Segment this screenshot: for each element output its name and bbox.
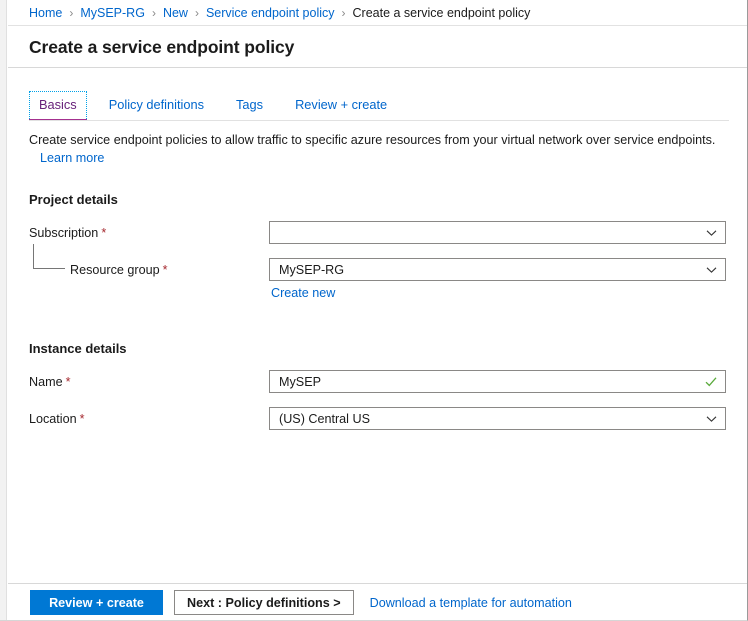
section-heading-instance-details: Instance details — [29, 341, 747, 356]
tab-tags-label: Tags — [236, 97, 263, 112]
breadcrumb-separator-icon: › — [342, 6, 346, 20]
resource-group-sublink-row: Create new — [29, 295, 747, 314]
page-title: Create a service endpoint policy — [29, 37, 294, 58]
name-label-text: Name — [29, 375, 63, 389]
tab-tags[interactable]: Tags — [226, 91, 273, 121]
breadcrumb-item-home[interactable]: Home — [29, 6, 62, 20]
required-asterisk: * — [163, 263, 168, 277]
required-asterisk: * — [80, 412, 85, 426]
field-row-subscription: Subscription * — [29, 221, 747, 244]
intro-text: Create service endpoint policies to allo… — [29, 132, 719, 149]
subscription-dropdown[interactable] — [269, 221, 726, 244]
valid-check-icon — [705, 376, 717, 388]
location-dropdown[interactable]: (US) Central US — [269, 407, 726, 430]
location-label-text: Location — [29, 412, 77, 426]
resource-group-value: MySEP-RG — [279, 263, 344, 277]
title-bar: Create a service endpoint policy — [8, 27, 747, 68]
create-new-resource-group-link[interactable]: Create new — [269, 286, 335, 300]
footer-action-bar: Review + create Next : Policy definition… — [8, 583, 747, 621]
location-label: Location * — [29, 412, 269, 426]
breadcrumb-separator-icon: › — [195, 6, 199, 20]
required-asterisk: * — [101, 226, 106, 240]
chevron-down-icon — [706, 264, 717, 275]
breadcrumb: Home › MySEP-RG › New › Service endpoint… — [8, 0, 747, 26]
next-policy-definitions-button[interactable]: Next : Policy definitions > — [174, 590, 354, 615]
location-value: (US) Central US — [279, 412, 370, 426]
form-content: Create service endpoint policies to allo… — [8, 121, 747, 444]
required-asterisk: * — [66, 375, 71, 389]
subscription-label: Subscription * — [29, 226, 269, 240]
field-row-name: Name * MySEP — [29, 370, 747, 393]
name-label: Name * — [29, 375, 269, 389]
field-row-resource-group: Resource group * MySEP-RG — [29, 258, 747, 281]
learn-more-link[interactable]: Learn more — [40, 151, 104, 165]
tab-basics-label: Basics — [39, 97, 77, 112]
review-create-button[interactable]: Review + create — [30, 590, 163, 615]
breadcrumb-separator-icon: › — [69, 6, 73, 20]
tab-review-create[interactable]: Review + create — [285, 91, 397, 121]
section-heading-project-details: Project details — [29, 192, 747, 207]
resource-group-dropdown[interactable]: MySEP-RG — [269, 258, 726, 281]
chevron-down-icon — [706, 227, 717, 238]
field-row-location: Location * (US) Central US — [29, 407, 747, 430]
name-value: MySEP — [279, 375, 321, 389]
subscription-label-text: Subscription — [29, 226, 98, 240]
resource-group-label: Resource group * — [29, 263, 269, 277]
breadcrumb-item-mysep-rg[interactable]: MySEP-RG — [80, 6, 145, 20]
breadcrumb-item-new[interactable]: New — [163, 6, 188, 20]
tab-basics[interactable]: Basics — [29, 91, 87, 121]
chevron-down-icon — [706, 413, 717, 424]
download-template-link[interactable]: Download a template for automation — [370, 596, 572, 610]
resource-group-label-text: Resource group — [70, 263, 160, 277]
tab-review-create-label: Review + create — [295, 97, 387, 112]
name-input[interactable]: MySEP — [269, 370, 726, 393]
tab-policy-definitions-label: Policy definitions — [109, 97, 204, 112]
breadcrumb-separator-icon: › — [152, 6, 156, 20]
tab-list: Basics Policy definitions Tags Review + … — [8, 69, 747, 121]
azure-create-service-endpoint-policy-blade: Home › MySEP-RG › New › Service endpoint… — [0, 0, 748, 621]
breadcrumb-item-service-endpoint-policy[interactable]: Service endpoint policy — [206, 6, 335, 20]
left-gutter — [0, 0, 7, 621]
breadcrumb-item-current: Create a service endpoint policy — [353, 6, 531, 20]
tab-policy-definitions[interactable]: Policy definitions — [99, 91, 214, 121]
